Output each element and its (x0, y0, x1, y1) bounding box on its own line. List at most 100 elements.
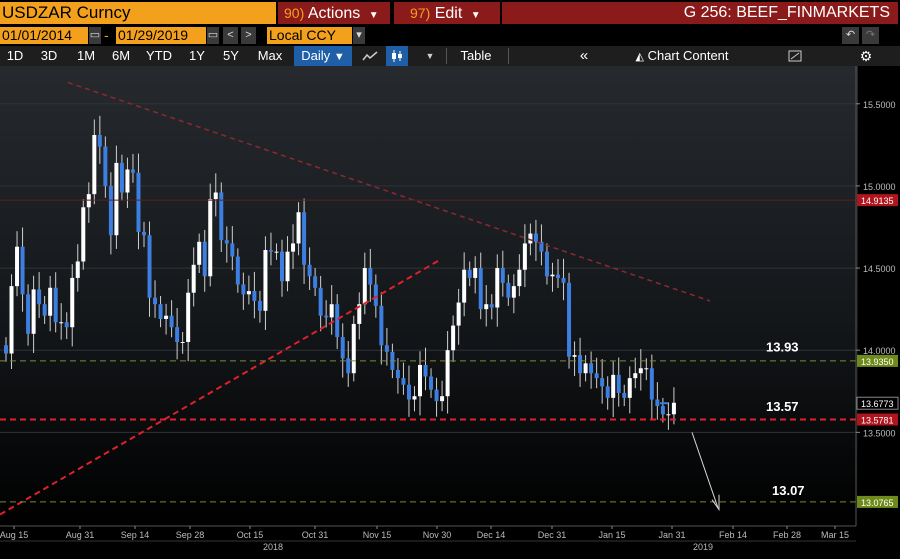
candle-body (440, 396, 445, 402)
table-button[interactable]: Table (452, 46, 500, 66)
candle-body (522, 243, 527, 270)
candle-body (412, 396, 417, 400)
candle-body (241, 284, 246, 295)
double-chevron-left-icon[interactable]: « (572, 46, 596, 66)
candle-body (291, 243, 296, 252)
candle-body (158, 304, 163, 319)
candle-body (517, 269, 522, 287)
candle-body (351, 323, 356, 374)
x-year-label: 2019 (693, 542, 713, 552)
edit-menu-label: Edit (434, 5, 463, 22)
calendar-icon[interactable]: ▭ (207, 27, 219, 44)
actions-menu-number: 90 (284, 5, 300, 21)
candle-body (572, 355, 577, 357)
candle-body (379, 305, 384, 346)
edit-menu-button[interactable]: 97) Edit ▼ (394, 2, 500, 24)
candle-body (147, 235, 152, 298)
candle-body (108, 185, 113, 236)
candle-body (9, 286, 14, 354)
candlestick-icon[interactable] (386, 46, 408, 66)
candle-body (329, 304, 334, 318)
candle-body (4, 345, 8, 354)
candle-body (589, 363, 594, 374)
candle-body (671, 402, 676, 415)
x-tick-label: Feb 28 (773, 530, 801, 540)
candle-body (478, 268, 483, 310)
level-annotation: 13.07 (772, 483, 805, 498)
candle-body (53, 287, 58, 323)
candle-body (418, 365, 422, 397)
undo-icon[interactable]: ↶ (842, 27, 859, 44)
price-badge-label: 14.9135 (861, 196, 894, 206)
period-max-button[interactable]: Max (253, 46, 287, 66)
candle-body (484, 304, 489, 310)
next-arrow-icon[interactable]: > (241, 27, 256, 44)
candle-body (644, 368, 649, 370)
period-1d-button[interactable]: 1D (3, 46, 27, 66)
candle-body (37, 289, 42, 305)
price-chart[interactable]: 13.93 13.57 13.07 15.5000 15.0000 14.5000 14.… (0, 66, 900, 554)
level-annotation: 13.57 (766, 399, 799, 414)
candle-body (302, 212, 307, 265)
candle-body (64, 322, 69, 328)
candle-body (511, 286, 516, 298)
calendar-icon[interactable]: ▭ (89, 27, 101, 44)
currency-select[interactable]: Local CCY (267, 27, 352, 44)
candle-body (666, 414, 671, 416)
period-1y-button[interactable]: 1Y (185, 46, 209, 66)
previous-arrow-icon[interactable]: < (223, 27, 238, 44)
period-3d-button[interactable]: 3D (35, 46, 63, 66)
candle-body (550, 274, 555, 277)
chart-content-button[interactable]: ◭ Chart Content (622, 46, 742, 66)
candle-body (561, 277, 566, 283)
x-tick-label: Oct 31 (302, 530, 329, 540)
candle-body (318, 287, 323, 316)
candle-body (175, 327, 180, 342)
start-date-field[interactable]: 01/01/2014 (0, 27, 88, 44)
period-6m-button[interactable]: 6M (108, 46, 134, 66)
y-tick-label: 14.5000 (863, 264, 896, 274)
candle-body (114, 162, 119, 236)
candle-body (506, 282, 511, 298)
plot-background (0, 66, 858, 526)
candle-body (257, 300, 262, 311)
candle-body (622, 392, 627, 398)
annotation-icon[interactable] (784, 46, 806, 66)
candle-body (495, 268, 500, 308)
candle-body (660, 406, 665, 415)
candle-body (340, 337, 345, 359)
actions-menu-label: Actions (307, 5, 361, 22)
chevron-down-icon: ▼ (470, 10, 481, 21)
line-chart-icon[interactable] (358, 46, 382, 66)
candle-body (500, 268, 505, 283)
candle-body (489, 304, 494, 308)
candle-body (633, 373, 638, 379)
candlestick-chart-svg[interactable]: 13.93 13.57 13.07 15.5000 15.0000 14.5000 14.… (0, 66, 900, 554)
candle-body (142, 231, 146, 236)
gear-icon[interactable]: ⚙ (855, 46, 877, 66)
candle-body (445, 350, 450, 397)
frequency-select[interactable]: Daily ▼ (294, 46, 352, 66)
x-tick-label: Oct 15 (237, 530, 264, 540)
price-badge-label: 13.6773 (861, 399, 894, 409)
x-tick-label: Sep 14 (121, 530, 150, 540)
candle-body (373, 284, 378, 306)
redo-icon[interactable]: ↷ (862, 27, 879, 44)
period-1m-button[interactable]: 1M (73, 46, 99, 66)
end-date-field[interactable]: 01/29/2019 (116, 27, 206, 44)
candle-body (191, 264, 196, 293)
actions-menu-button[interactable]: 90) Actions ▼ (278, 2, 390, 24)
y-tick-label: 14.0000 (863, 346, 896, 356)
candle-body (31, 289, 36, 334)
x-tick-label: Sep 28 (176, 530, 205, 540)
chevron-down-icon[interactable]: ▼ (420, 46, 440, 66)
security-ticker[interactable]: USDZAR Curncy (0, 2, 276, 24)
x-tick-label: Aug 31 (66, 530, 95, 540)
period-ytd-button[interactable]: YTD (143, 46, 175, 66)
x-tick-label: Mar 15 (821, 530, 849, 540)
chart-content-label: Chart Content (647, 48, 729, 63)
candle-body (368, 268, 373, 285)
chevron-down-icon[interactable]: ▾ (353, 27, 365, 44)
candle-body (197, 241, 202, 265)
period-5y-button[interactable]: 5Y (219, 46, 243, 66)
